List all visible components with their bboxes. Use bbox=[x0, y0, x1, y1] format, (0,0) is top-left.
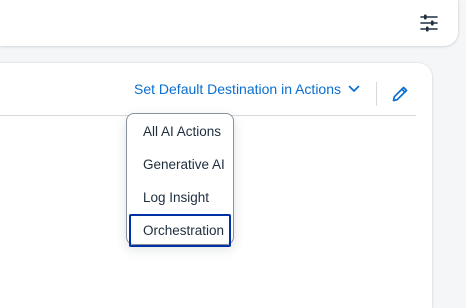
destination-dropdown-menu: All AI Actions Generative AI Log Insight… bbox=[126, 113, 234, 247]
set-default-destination-button[interactable]: Set Default Destination in Actions bbox=[134, 77, 360, 101]
edit-button[interactable] bbox=[389, 83, 411, 105]
menu-item-label: Log Insight bbox=[143, 190, 210, 205]
menu-item-generative-ai[interactable]: Generative AI bbox=[129, 148, 231, 181]
menu-item-label: Orchestration bbox=[143, 223, 225, 238]
filter-settings-button[interactable] bbox=[416, 10, 442, 36]
menu-item-orchestration[interactable]: Orchestration bbox=[129, 214, 231, 247]
menu-item-all-ai-actions[interactable]: All AI Actions bbox=[129, 115, 231, 148]
set-default-destination-label: Set Default Destination in Actions bbox=[134, 81, 342, 97]
menu-item-log-insight[interactable]: Log Insight bbox=[129, 181, 231, 214]
filter-settings-icon bbox=[419, 14, 439, 32]
toolbar-separator bbox=[376, 82, 377, 106]
menu-item-label: Generative AI bbox=[143, 157, 225, 172]
top-toolbar bbox=[0, 0, 458, 46]
edit-pencil-icon bbox=[391, 85, 409, 103]
menu-item-label: All AI Actions bbox=[143, 124, 222, 139]
chevron-down-icon bbox=[348, 85, 360, 93]
